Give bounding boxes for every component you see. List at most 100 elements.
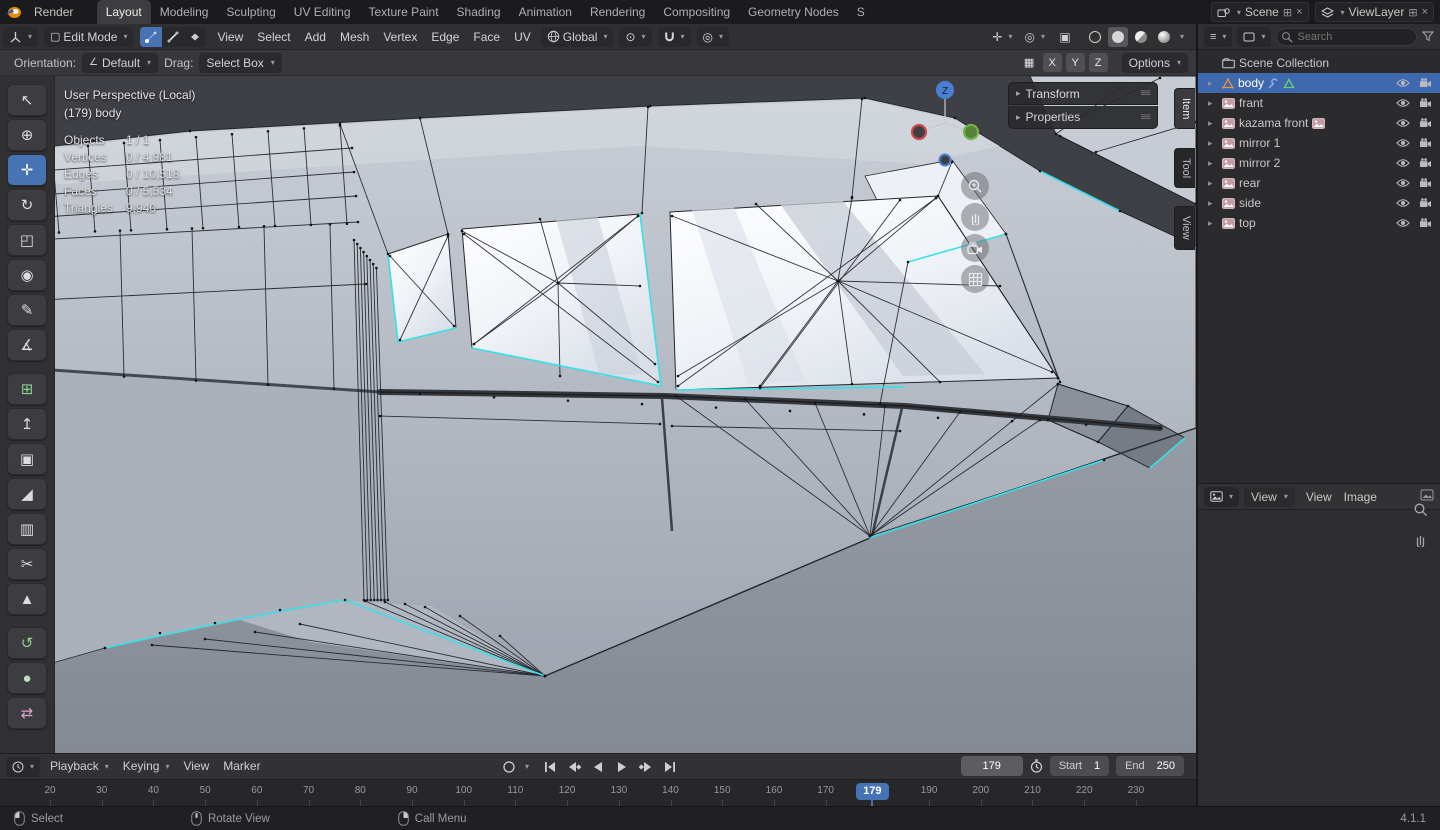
vp-menu-face[interactable]: Face xyxy=(466,24,507,50)
material-shading-button[interactable] xyxy=(1131,27,1151,47)
current-frame-indicator[interactable]: 179 xyxy=(856,783,889,800)
eye-visibility-icon[interactable] xyxy=(1396,198,1410,208)
expand-caret-icon[interactable]: ▸ xyxy=(1208,218,1218,229)
workspace-tab-geometry-nodes[interactable]: Geometry Nodes xyxy=(739,0,848,24)
tool-rotate-button[interactable]: ↻ xyxy=(7,189,47,221)
tool-edge-slide-button[interactable]: ⇄ xyxy=(7,697,47,729)
vp-menu-edge[interactable]: Edge xyxy=(424,24,466,50)
render-visibility-icon[interactable] xyxy=(1419,98,1432,108)
image-editor-menu-view[interactable]: View xyxy=(1300,484,1338,510)
solid-shading-button[interactable] xyxy=(1107,26,1128,47)
play-button[interactable] xyxy=(611,758,633,776)
timeline-editor-type-button[interactable]: ▾ xyxy=(6,756,41,777)
search-input[interactable] xyxy=(1276,27,1417,46)
expand-caret-icon[interactable]: ▸ xyxy=(1208,118,1218,129)
outliner-item-body[interactable]: ▸ body xyxy=(1198,73,1440,93)
render-visibility-icon[interactable] xyxy=(1419,158,1432,168)
workspace-tab-rendering[interactable]: Rendering xyxy=(581,0,654,24)
render-visibility-icon[interactable] xyxy=(1419,138,1432,148)
tool-cursor-button[interactable]: ⊕ xyxy=(7,119,47,151)
outliner-item-top[interactable]: ▸ top xyxy=(1198,213,1440,233)
panel-drag-handle-icon[interactable]: ≡≡ xyxy=(1140,112,1151,123)
tool-inset-faces-button[interactable]: ▣ xyxy=(7,443,47,475)
wireframe-shading-button[interactable] xyxy=(1085,27,1105,47)
scene-selector[interactable]: ▾ Scene ⊞ × xyxy=(1210,2,1309,22)
snap-grid-icon[interactable]: ▦ xyxy=(1020,53,1039,72)
pivot-point-dropdown[interactable]: ⊙ ▾ xyxy=(619,26,652,47)
next-keyframe-button[interactable] xyxy=(635,758,657,776)
mirror-z-toggle[interactable]: Z xyxy=(1088,53,1108,72)
outliner-display-mode-button[interactable]: ▾ xyxy=(1237,26,1272,47)
workspace-tab-compositing[interactable]: Compositing xyxy=(654,0,739,24)
zoom-button[interactable] xyxy=(961,172,989,200)
image-editor-type-button[interactable]: ▾ xyxy=(1204,486,1240,507)
render-visibility-icon[interactable] xyxy=(1419,178,1432,188)
scene-collection-row[interactable]: ▸ Scene Collection xyxy=(1198,53,1440,73)
gizmo-z-neg-axis[interactable] xyxy=(938,153,952,167)
mirror-y-toggle[interactable]: Y xyxy=(1065,53,1085,72)
show-overlays-dropdown[interactable]: ◎ ▾ xyxy=(1020,26,1049,47)
gizmo-x-axis[interactable] xyxy=(910,123,928,141)
camera-view-button[interactable] xyxy=(961,234,989,262)
tool-knife-button[interactable]: ✂ xyxy=(7,548,47,580)
eye-visibility-icon[interactable] xyxy=(1396,218,1410,228)
tool-transform-button[interactable]: ◉ xyxy=(7,259,47,291)
filter-funnel-icon[interactable] xyxy=(1422,31,1434,42)
mirror-x-toggle[interactable]: X xyxy=(1042,53,1062,72)
tool-annotate-button[interactable]: ✎ xyxy=(7,294,47,326)
image-editor-menu-image[interactable]: Image xyxy=(1338,484,1383,510)
outliner-item-rear[interactable]: ▸ rear xyxy=(1198,173,1440,193)
gizmo-z-axis[interactable]: Z xyxy=(942,86,948,97)
expand-caret-icon[interactable]: ▸ xyxy=(1208,78,1218,89)
new-scene-icon[interactable]: ⊞ xyxy=(1283,6,1292,19)
frame-start-field[interactable]: Start 1 xyxy=(1049,756,1110,776)
vp-menu-add[interactable]: Add xyxy=(298,24,333,50)
previous-keyframe-button[interactable] xyxy=(563,758,585,776)
vp-menu-uv[interactable]: UV xyxy=(507,24,538,50)
auto-keying-toggle[interactable] xyxy=(498,758,520,776)
show-gizmo-dropdown[interactable]: ✛ ▾ xyxy=(988,26,1017,47)
tool-spin-button[interactable]: ↺ xyxy=(7,627,47,659)
render-visibility-icon[interactable] xyxy=(1419,218,1432,228)
tl-menu-keying[interactable]: Keying ▾ xyxy=(116,754,177,779)
workspace-tab-shading[interactable]: Shading xyxy=(448,0,510,24)
workspace-tab-modeling[interactable]: Modeling xyxy=(151,0,218,24)
editor-type-button[interactable]: ▾ xyxy=(3,26,39,47)
tool-select-box-button[interactable]: ↖ xyxy=(7,84,47,116)
workspace-tab-layout[interactable]: Layout xyxy=(96,0,151,24)
eye-visibility-icon[interactable] xyxy=(1396,138,1410,148)
timeline-ruler[interactable]: 179 20 30 40 50 60 70 80 90 100 110 120 130 140 150 16… xyxy=(0,779,1196,806)
expand-caret-icon[interactable]: ▸ xyxy=(1208,178,1218,189)
pan-hand-icon[interactable] xyxy=(1413,532,1428,550)
xray-toggle[interactable]: ▣ xyxy=(1052,26,1077,47)
vp-menu-mesh[interactable]: Mesh xyxy=(333,24,376,50)
workspace-tab-s[interactable]: S xyxy=(848,0,874,24)
eye-visibility-icon[interactable] xyxy=(1396,158,1410,168)
outliner-item-side[interactable]: ▸ side xyxy=(1198,193,1440,213)
transform-panel-header[interactable]: ▸ Transform ≡≡ xyxy=(1008,82,1158,105)
outliner-item-mirror-1[interactable]: ▸ mirror 1 xyxy=(1198,133,1440,153)
tool-measure-button[interactable]: ∡ xyxy=(7,329,47,361)
mode-dropdown[interactable]: ▢ Edit Mode ▾ xyxy=(44,26,134,47)
frame-end-field[interactable]: End 250 xyxy=(1116,756,1184,776)
outliner-item-frant[interactable]: ▸ frant xyxy=(1198,93,1440,113)
eye-visibility-icon[interactable] xyxy=(1396,78,1410,88)
tl-menu-view[interactable]: View xyxy=(176,754,216,779)
orientation-dropdown[interactable]: ∠ Default ▾ xyxy=(82,52,159,73)
orthographic-grid-button[interactable] xyxy=(961,265,989,293)
vp-menu-vertex[interactable]: Vertex xyxy=(376,24,424,50)
panel-drag-handle-icon[interactable]: ≡≡ xyxy=(1140,88,1151,99)
viewport-3d-canvas[interactable] xyxy=(0,76,1196,753)
vp-menu-select[interactable]: Select xyxy=(250,24,297,50)
navigation-gizmo[interactable]: Z xyxy=(888,76,1003,168)
eye-visibility-icon[interactable] xyxy=(1396,178,1410,188)
workspace-tab-animation[interactable]: Animation xyxy=(510,0,581,24)
edge-select-icon[interactable] xyxy=(162,26,185,47)
play-reverse-button[interactable] xyxy=(587,758,609,776)
sidebar-tab-tool[interactable]: Tool xyxy=(1174,148,1195,189)
expand-caret-icon[interactable]: ▸ xyxy=(1208,198,1218,209)
current-frame-field[interactable]: 179 xyxy=(960,756,1023,776)
face-select-icon[interactable] xyxy=(184,26,207,47)
stopwatch-icon[interactable] xyxy=(1030,759,1043,773)
sidebar-tab-view[interactable]: View xyxy=(1174,206,1195,250)
